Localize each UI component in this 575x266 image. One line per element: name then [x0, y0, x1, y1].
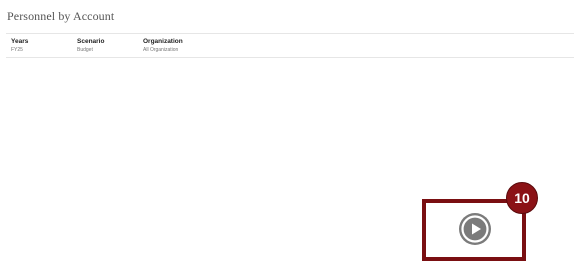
pov-bar: Years FY25 Scenario Budget Organization …: [6, 33, 574, 58]
pov-years-label: Years: [11, 38, 29, 45]
pov-organization[interactable]: Organization All Organization: [143, 38, 183, 54]
play-button[interactable]: [459, 213, 491, 245]
play-icon: [461, 215, 489, 243]
page-title: Personnel by Account: [7, 9, 115, 23]
pov-organization-label: Organization: [143, 38, 183, 45]
pov-scenario[interactable]: Scenario Budget: [77, 38, 104, 54]
pov-organization-value[interactable]: All Organization: [143, 47, 183, 54]
pov-scenario-value[interactable]: Budget: [77, 47, 104, 54]
pov-scenario-label: Scenario: [77, 38, 105, 45]
step-badge: 10: [506, 182, 538, 214]
pov-years[interactable]: Years FY25: [11, 38, 28, 54]
pov-years-value[interactable]: FY25: [11, 47, 28, 54]
